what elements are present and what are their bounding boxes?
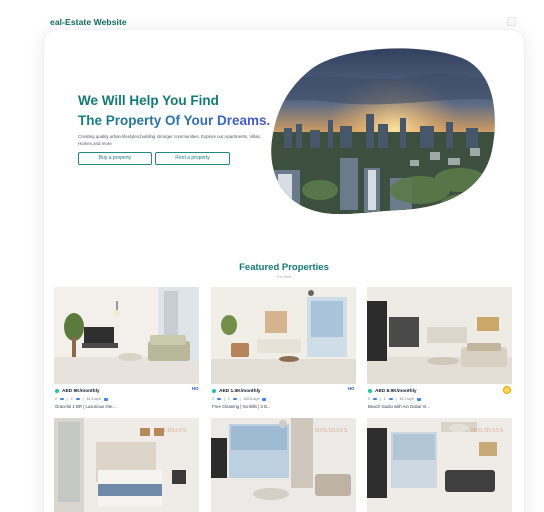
- area-icon: [416, 397, 421, 401]
- property-image-2[interactable]: [211, 287, 356, 384]
- agency-badge-icon: [503, 386, 511, 394]
- holidays-watermark: HOLIDAYS: [471, 428, 504, 434]
- status-dot-icon: [368, 389, 372, 393]
- area-icon: [103, 397, 108, 401]
- property-meta-1: 2 | 2 | 81.3 sq.ft: [55, 396, 108, 402]
- window-control-icon[interactable]: [507, 17, 516, 26]
- hero-title-line2: The Property Of Your Dreams.: [78, 113, 271, 128]
- holidays-watermark: HOLIDAYS: [154, 428, 187, 434]
- living-room-image: [54, 287, 199, 384]
- property-title-3[interactable]: Beach studio with Ain Dubai Vi...: [368, 404, 430, 409]
- agency-logo-icon: HO: [348, 386, 355, 391]
- website-card: We Will Help You Find The Property Of Yo…: [44, 30, 524, 512]
- property-price-1: AED 9K/monthly: [55, 387, 100, 395]
- featured-subtitle: For Rent: [277, 275, 291, 279]
- hero-city-image: [271, 48, 495, 215]
- bath-icon: [232, 397, 237, 401]
- property-meta-2: 2 | 2 | 420.8 sq.ft: [212, 396, 267, 402]
- living-room-image: [211, 287, 356, 384]
- property-title-1[interactable]: Graceful 1 BR | Luxurious Inte...: [55, 404, 116, 409]
- studio-room-image: [367, 287, 512, 384]
- status-dot-icon: [212, 389, 216, 393]
- hero-title-line1: We Will Help You Find: [78, 93, 219, 108]
- rent-property-button[interactable]: Rent a property: [155, 152, 230, 165]
- agency-logo-icon: HO: [192, 386, 199, 391]
- property-image-1[interactable]: [54, 287, 199, 384]
- window-title: eal-Estate Website: [50, 17, 127, 27]
- bed-icon: [216, 397, 221, 401]
- area-icon: [262, 397, 267, 401]
- property-title-2[interactable]: Free Cleaning | No Bills | 2 B...: [212, 404, 271, 409]
- holidays-watermark: HOLIDAYS: [315, 428, 348, 434]
- buy-property-button[interactable]: Buy a property: [78, 152, 152, 165]
- featured-title: Featured Properties: [239, 262, 329, 273]
- bath-icon: [388, 397, 393, 401]
- property-price-3: AED 8.9K/monthly: [368, 387, 417, 395]
- hero-description: Creating quality urban lifestyles,buildi…: [78, 134, 261, 146]
- bed-icon: [59, 397, 64, 401]
- property-price-2: AED 1.5K/monthly: [212, 387, 261, 395]
- status-dot-icon: [55, 389, 59, 393]
- property-image-3[interactable]: [367, 287, 512, 384]
- bath-icon: [75, 397, 80, 401]
- property-meta-3: 0 | 1 | 51.1 sq.ft: [368, 396, 421, 402]
- bed-icon: [372, 397, 377, 401]
